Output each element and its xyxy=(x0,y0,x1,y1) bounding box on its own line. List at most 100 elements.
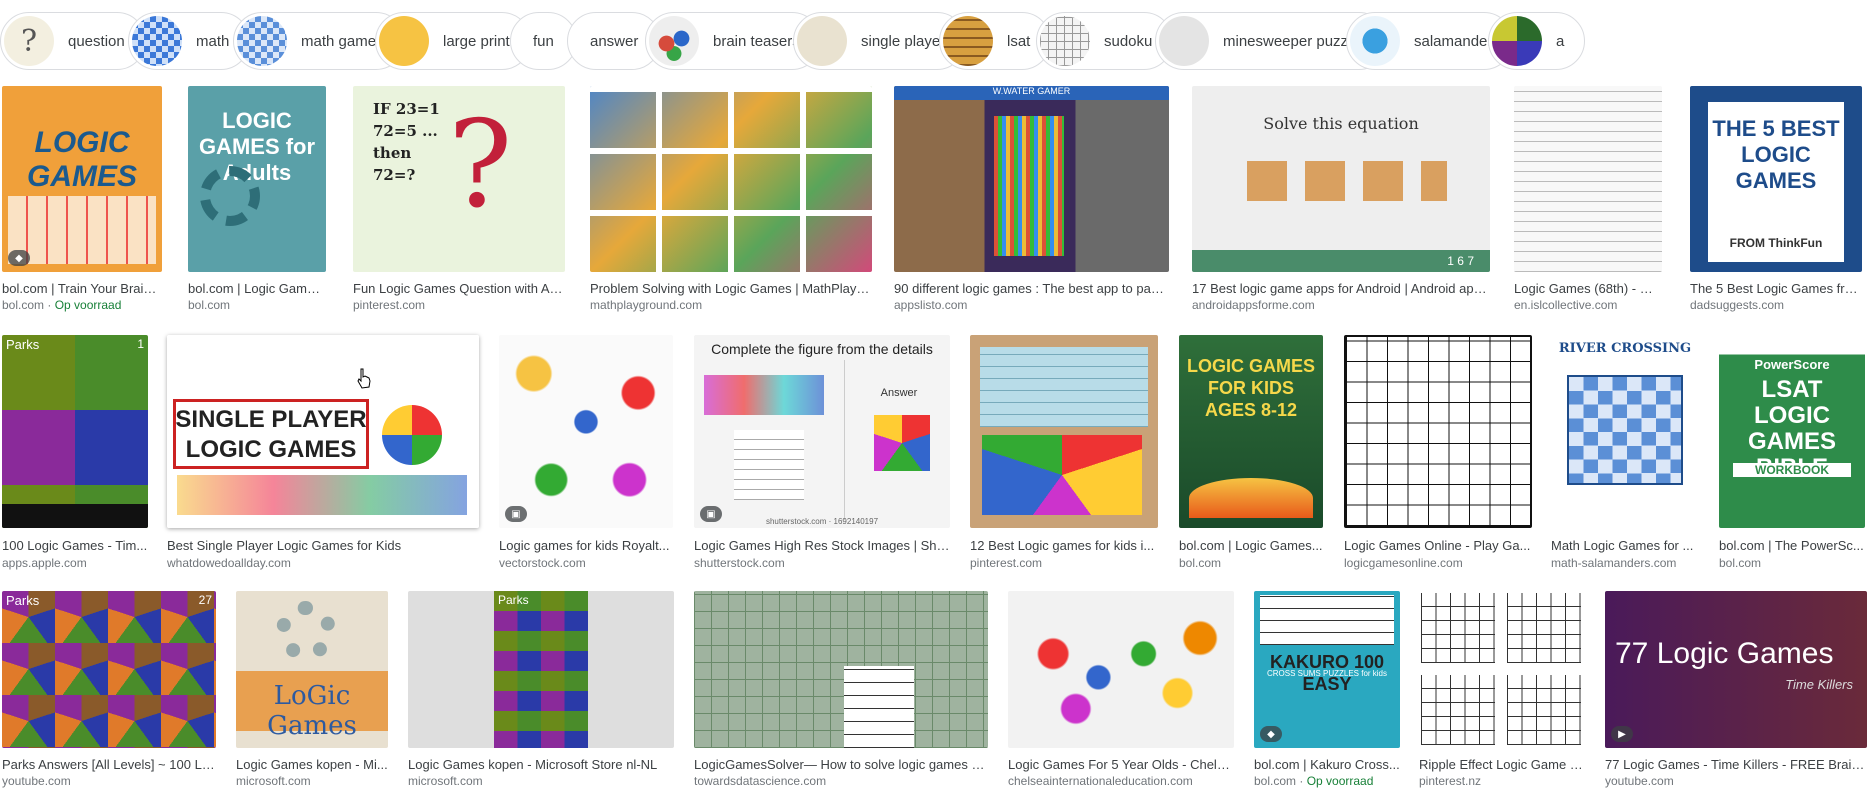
result-image[interactable]: SINGLE PLAYER LOGIC GAMES xyxy=(167,335,479,528)
result-card[interactable]: Ripple Effect Logic Game - ... pinterest… xyxy=(1419,591,1585,796)
result-source: math-salamanders.com xyxy=(1551,556,1677,570)
result-title[interactable]: 90 different logic games : The best app … xyxy=(894,281,1169,296)
book-thumb-icon xyxy=(797,16,847,66)
result-image[interactable]: IF 23=1 72=5 ... then 72=? ? xyxy=(353,86,565,272)
level-number: 1 xyxy=(137,337,144,351)
result-image[interactable] xyxy=(590,86,872,272)
result-title[interactable]: Logic games for kids Royalt... xyxy=(499,538,673,553)
question-thumb-icon: ? xyxy=(4,16,54,66)
result-title[interactable]: Logic Games kopen - Mi... xyxy=(236,757,388,772)
result-title[interactable]: LogicGamesSolver— How to solve logic gam… xyxy=(694,757,988,772)
result-card[interactable]: IF 23=1 72=5 ... then 72=? ? Fun Logic G… xyxy=(353,86,565,316)
stock-status: Op voorraad xyxy=(1306,774,1374,788)
result-title[interactable]: bol.com | Logic Games... xyxy=(1179,538,1323,553)
result-card[interactable]: Parks Logic Games kopen - Microsoft Stor… xyxy=(408,591,674,796)
result-title[interactable]: Ripple Effect Logic Game - ... xyxy=(1419,757,1585,772)
result-image[interactable]: LoGic Games xyxy=(236,591,388,748)
result-card[interactable]: Complete the figure from the details Ans… xyxy=(694,335,950,575)
result-title[interactable]: Parks Answers [All Levels] ~ 100 Lo... xyxy=(2,757,216,772)
hand-cursor-icon xyxy=(356,368,372,390)
result-title[interactable]: bol.com | Train Your Brain:... xyxy=(2,281,162,296)
result-card[interactable]: RIVER CROSSING Math Logic Games for ... … xyxy=(1551,335,1699,575)
chip-math[interactable]: math xyxy=(128,12,251,70)
result-card[interactable]: LogicGamesSolver— How to solve logic gam… xyxy=(694,591,988,796)
result-card[interactable]: W.WATER GAMER 90 different logic games :… xyxy=(894,86,1169,316)
result-card[interactable]: ▣ Logic games for kids Royalt... vectors… xyxy=(499,335,673,575)
result-image[interactable]: LOGIC GAMES FOR KIDS AGES 8-12 xyxy=(1179,335,1323,528)
result-source: towardsdatascience.com xyxy=(694,774,827,788)
result-source: bol.com xyxy=(188,298,231,312)
result-title[interactable]: Logic Games kopen - Microsoft Store nl-N… xyxy=(408,757,674,772)
result-title[interactable]: Logic Games (68th) - On t... xyxy=(1514,281,1662,296)
result-card[interactable]: 77 Logic Games Time Killers ▶ 77 Logic G… xyxy=(1605,591,1867,796)
result-title[interactable]: Fun Logic Games Question with An... xyxy=(353,281,565,296)
result-title[interactable]: bol.com | The PowerSc... xyxy=(1719,538,1865,553)
result-source: bol.com · Op voorraad xyxy=(2,298,122,312)
result-image[interactable] xyxy=(694,591,988,748)
result-source: apps.apple.com xyxy=(2,556,87,570)
result-card[interactable]: Logic Games (68th) - On t... en.islcolle… xyxy=(1514,86,1662,316)
result-card[interactable]: THE 5 BEST LOGIC GAMES FROM ThinkFun The… xyxy=(1690,86,1862,316)
result-title[interactable]: bol.com | Kakuro Cross... xyxy=(1254,757,1400,772)
result-card[interactable]: LoGic Games Logic Games kopen - Mi... mi… xyxy=(236,591,388,796)
result-image[interactable]: 77 Logic Games Time Killers ▶ xyxy=(1605,591,1867,748)
result-card[interactable]: Logic Games For 5 Year Olds - Chelse... … xyxy=(1008,591,1234,796)
result-image[interactable]: KAKURO 100 EASY CROSS SUMS PUZZLES for k… xyxy=(1254,591,1400,748)
result-image[interactable]: Parks 1 xyxy=(2,335,148,528)
chip-question[interactable]: ? question xyxy=(0,12,146,70)
result-title[interactable]: bol.com | Logic Games ... xyxy=(188,281,326,296)
image-caption: SINGLE PLAYER LOGIC GAMES xyxy=(175,406,367,463)
result-image[interactable]: ▣ xyxy=(499,335,673,528)
chip-label: a xyxy=(1556,32,1565,50)
result-image[interactable]: PowerScore LSAT LOGIC GAMES BIBLE WORKBO… xyxy=(1719,335,1865,528)
result-title[interactable]: 17 Best logic game apps for Android | An… xyxy=(1192,281,1490,296)
result-card[interactable]: Problem Solving with Logic Games | MathP… xyxy=(590,86,872,316)
result-card[interactable]: SINGLE PLAYER LOGIC GAMES Best Single Pl… xyxy=(167,335,479,575)
result-title[interactable]: Math Logic Games for ... xyxy=(1551,538,1699,553)
result-title[interactable]: The 5 Best Logic Games fro... xyxy=(1690,281,1862,296)
result-image[interactable]: Complete the figure from the details Ans… xyxy=(694,335,950,528)
image-caption: Complete the figure from the details xyxy=(711,341,933,357)
result-image[interactable] xyxy=(1419,591,1585,748)
image-caption: Parks xyxy=(6,593,40,608)
result-card[interactable]: KAKURO 100 EASY CROSS SUMS PUZZLES for k… xyxy=(1254,591,1400,796)
result-card[interactable]: LOGIC GAMES for Adults bol.com | Logic G… xyxy=(188,86,326,316)
result-card[interactable]: LOGIC GAMES FOR KIDS AGES 8-12 bol.com |… xyxy=(1179,335,1323,575)
result-image[interactable]: Parks 27 xyxy=(2,591,216,748)
chip-lsat[interactable]: lsat xyxy=(939,12,1052,70)
answer-label: Answer xyxy=(880,387,918,399)
result-card[interactable]: Parks 1 100 Logic Games - Tim... apps.ap… xyxy=(2,335,148,575)
result-title[interactable]: Logic Games Online - Play Ga... xyxy=(1344,538,1532,553)
result-image[interactable]: LOGIC GAMES for Adults xyxy=(188,86,326,272)
result-image[interactable]: Solve this equation 1 6 7 xyxy=(1192,86,1490,272)
result-image[interactable] xyxy=(1008,591,1234,748)
result-title[interactable]: 12 Best Logic games for kids i... xyxy=(970,538,1158,553)
result-image[interactable] xyxy=(1344,335,1532,528)
result-title[interactable]: Best Single Player Logic Games for Kids xyxy=(167,538,479,553)
result-card[interactable]: LOGIC GAMES ◆ bol.com | Train Your Brain… xyxy=(2,86,162,316)
result-card[interactable]: Solve this equation 1 6 7 17 Best logic … xyxy=(1192,86,1490,316)
chip-large-print[interactable]: large print xyxy=(375,12,531,70)
chip-a[interactable]: a xyxy=(1488,12,1586,70)
result-title[interactable]: Problem Solving with Logic Games | MathP… xyxy=(590,281,872,296)
result-image[interactable]: THE 5 BEST LOGIC GAMES FROM ThinkFun xyxy=(1690,86,1862,272)
result-title[interactable]: Logic Games High Res Stock Images | Shut… xyxy=(694,538,950,553)
result-source: youtube.com xyxy=(1605,774,1674,788)
result-source: shutterstock.com xyxy=(694,556,785,570)
result-source: pinterest.nz xyxy=(1419,774,1482,788)
result-title[interactable]: Logic Games For 5 Year Olds - Chelse... xyxy=(1008,757,1234,772)
result-title[interactable]: 77 Logic Games - Time Killers - FREE Bra… xyxy=(1605,757,1867,772)
result-source: appslisto.com xyxy=(894,298,968,312)
result-card[interactable]: PowerScore LSAT LOGIC GAMES BIBLE WORKBO… xyxy=(1719,335,1865,575)
result-image[interactable] xyxy=(970,335,1158,528)
result-card[interactable]: Logic Games Online - Play Ga... logicgam… xyxy=(1344,335,1532,575)
result-card[interactable]: Parks 27 Parks Answers [All Levels] ~ 10… xyxy=(2,591,216,796)
chip-sudoku[interactable]: sudoku xyxy=(1036,12,1174,70)
result-image[interactable]: RIVER CROSSING xyxy=(1551,335,1699,528)
result-image[interactable]: Parks xyxy=(408,591,674,748)
result-title[interactable]: 100 Logic Games - Tim... xyxy=(2,538,148,553)
result-card[interactable]: 12 Best Logic games for kids i... pinter… xyxy=(970,335,1158,575)
result-image[interactable] xyxy=(1514,86,1662,272)
result-image[interactable]: W.WATER GAMER xyxy=(894,86,1169,272)
result-image[interactable]: LOGIC GAMES ◆ xyxy=(2,86,162,272)
